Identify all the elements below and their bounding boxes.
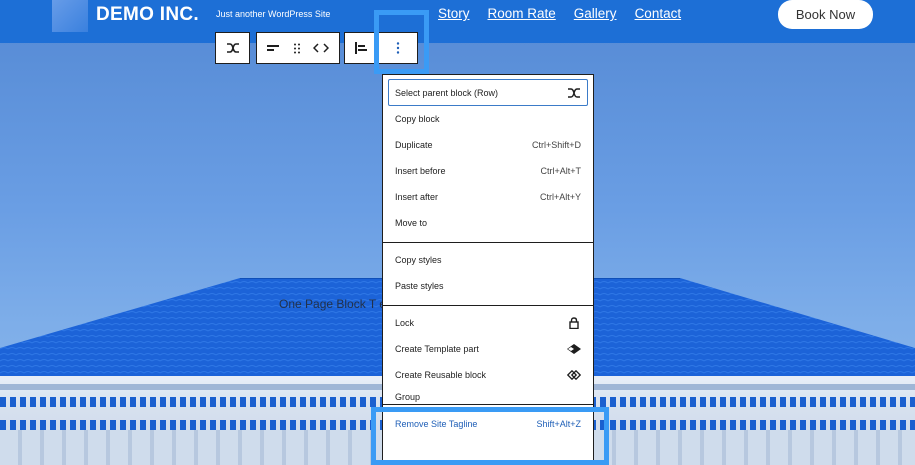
menu-item-label: Create Template part bbox=[395, 344, 479, 354]
transform-button[interactable] bbox=[216, 33, 249, 63]
menu-item-shortcut: Ctrl+Shift+D bbox=[531, 140, 581, 150]
menu-item-copy-styles[interactable]: Copy styles bbox=[383, 247, 593, 273]
menu-item-label: Duplicate bbox=[395, 140, 433, 150]
template-part-icon bbox=[567, 342, 581, 356]
parent-icon bbox=[567, 86, 581, 100]
menu-item-shortcut: Ctrl+Alt+Y bbox=[539, 192, 581, 202]
site-logo[interactable] bbox=[52, 0, 88, 32]
reusable-block-icon bbox=[567, 368, 581, 382]
justify-icon bbox=[267, 45, 279, 51]
move-arrows-button[interactable] bbox=[305, 33, 337, 63]
justify-button[interactable] bbox=[257, 33, 289, 63]
site-tagline[interactable]: Just another WordPress Site bbox=[216, 9, 330, 19]
drag-handle-icon bbox=[294, 43, 300, 53]
main-navigation: Story Room Rate Gallery Contact bbox=[438, 6, 681, 21]
menu-item-label: Create Reusable block bbox=[395, 370, 487, 380]
nav-link-room-rate[interactable]: Room Rate bbox=[488, 6, 556, 21]
toolbar-align-group bbox=[344, 32, 378, 64]
move-arrows-icon bbox=[313, 43, 329, 53]
menu-section-styles: Copy styles Paste styles bbox=[383, 243, 593, 306]
menu-item-group[interactable]: Group bbox=[383, 388, 593, 402]
menu-item-paste-styles[interactable]: Paste styles bbox=[383, 273, 593, 299]
menu-item-label: Insert before bbox=[395, 166, 446, 176]
menu-item-label: Select parent block (Row) bbox=[395, 87, 499, 98]
menu-item-label: Paste styles bbox=[395, 281, 444, 291]
site-title[interactable]: DEMO INC. bbox=[96, 4, 199, 26]
menu-item-label: Copy block bbox=[395, 114, 440, 124]
nav-link-story[interactable]: Story bbox=[438, 6, 470, 21]
align-icon bbox=[355, 42, 367, 54]
menu-item-create-reusable-block[interactable]: Create Reusable block bbox=[383, 362, 593, 388]
align-button[interactable] bbox=[345, 33, 377, 63]
menu-section-tools: Lock Create Template part Create Reusabl… bbox=[383, 306, 593, 405]
nav-link-gallery[interactable]: Gallery bbox=[574, 6, 617, 21]
menu-item-insert-after[interactable]: Insert after Ctrl+Alt+Y bbox=[383, 184, 593, 210]
menu-item-label: Insert after bbox=[395, 192, 439, 202]
menu-item-duplicate[interactable]: Duplicate Ctrl+Shift+D bbox=[383, 132, 593, 158]
menu-item-shortcut: Ctrl+Alt+T bbox=[540, 166, 581, 176]
drag-handle[interactable] bbox=[289, 33, 305, 63]
menu-item-copy-block[interactable]: Copy block bbox=[383, 106, 593, 132]
highlight-more-options bbox=[374, 10, 429, 74]
highlight-remove-tagline bbox=[371, 407, 609, 465]
menu-item-insert-before[interactable]: Insert before Ctrl+Alt+T bbox=[383, 158, 593, 184]
menu-item-select-parent[interactable]: Select parent block (Row) bbox=[388, 79, 588, 106]
site-header: DEMO INC. Just another WordPress Site St… bbox=[0, 0, 915, 43]
menu-item-create-template-part[interactable]: Create Template part bbox=[383, 336, 593, 362]
menu-item-label: Group bbox=[395, 392, 421, 402]
menu-item-label: Lock bbox=[395, 318, 415, 328]
nav-link-contact[interactable]: Contact bbox=[635, 6, 682, 21]
lock-icon bbox=[567, 316, 581, 330]
menu-item-label: Move to bbox=[395, 218, 428, 228]
toolbar-transform-group bbox=[215, 32, 250, 64]
menu-section-block: Select parent block (Row) Copy block Dup… bbox=[383, 75, 593, 243]
menu-item-move-to[interactable]: Move to bbox=[383, 210, 593, 236]
transform-icon bbox=[226, 43, 239, 53]
toolbar-move-group bbox=[256, 32, 340, 64]
menu-item-lock[interactable]: Lock bbox=[383, 310, 593, 336]
menu-item-label: Copy styles bbox=[395, 255, 442, 265]
book-now-button[interactable]: Book Now bbox=[778, 0, 873, 29]
